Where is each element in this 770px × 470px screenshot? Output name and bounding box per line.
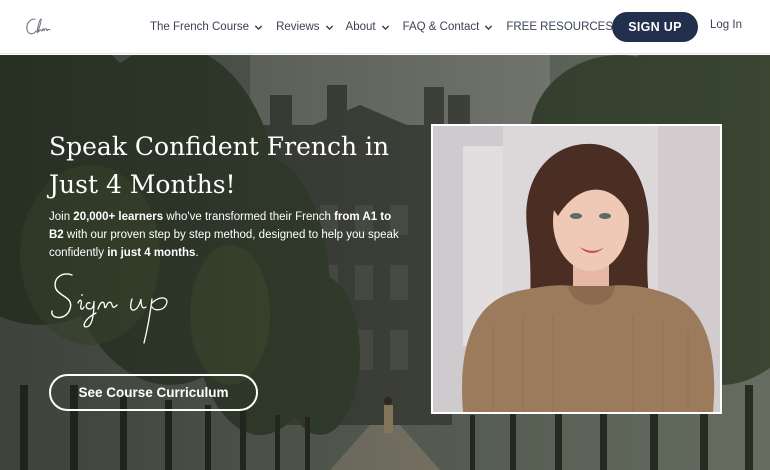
hero-description-bold: 20,000+ learners: [73, 211, 164, 223]
chevron-down-icon: [381, 24, 389, 30]
nav-item-faq-contact[interactable]: FAQ & Contact: [403, 0, 494, 54]
nav-item-label: About: [345, 21, 376, 33]
nav-item-label: FREE RESOURCES: [506, 21, 614, 33]
instructor-portrait: [431, 124, 722, 414]
nav-item-label: FAQ & Contact: [402, 21, 480, 33]
hero-description-bold: in just 4 months: [107, 247, 196, 259]
logo-script-icon: [26, 18, 51, 35]
chevron-down-icon: [325, 24, 333, 30]
top-navigation: The French Course Reviews About FAQ & Co…: [0, 0, 770, 54]
see-course-curriculum-button[interactable]: See Course Curriculum: [49, 374, 258, 411]
signature-sign-up: [51, 273, 168, 344]
nav-item-about[interactable]: About: [346, 0, 390, 54]
hero-description-text: .: [195, 247, 199, 259]
nav-menu: The French Course Reviews About FAQ & Co…: [150, 0, 640, 54]
brand-logo[interactable]: [22, 13, 52, 41]
nav-item-label: Reviews: [276, 21, 320, 33]
signup-button[interactable]: SIGN UP: [612, 12, 698, 42]
hero-description-text: Join: [49, 211, 74, 223]
chevron-down-icon: [254, 24, 263, 30]
login-link[interactable]: Log In: [710, 19, 742, 31]
nav-item-label: The French Course: [150, 21, 250, 33]
nav-item-reviews[interactable]: Reviews: [276, 0, 333, 54]
hero-headline: Speak Confident French in Just 4 Months!: [49, 132, 390, 199]
nav-item-free-resources[interactable]: FREE RESOURCES: [506, 0, 627, 54]
hero-description: Join 20,000+ learners who've transformed…: [49, 208, 409, 262]
chevron-down-icon: [485, 24, 493, 30]
hero-description-text: who've transformed their French: [163, 211, 335, 223]
instructor-photo: [433, 126, 720, 412]
hero-section: Speak Confident French in Just 4 Months!…: [0, 55, 770, 470]
hero-description-text: with our proven step by step method, des…: [49, 229, 399, 259]
nav-item-french-course[interactable]: The French Course: [150, 0, 263, 54]
